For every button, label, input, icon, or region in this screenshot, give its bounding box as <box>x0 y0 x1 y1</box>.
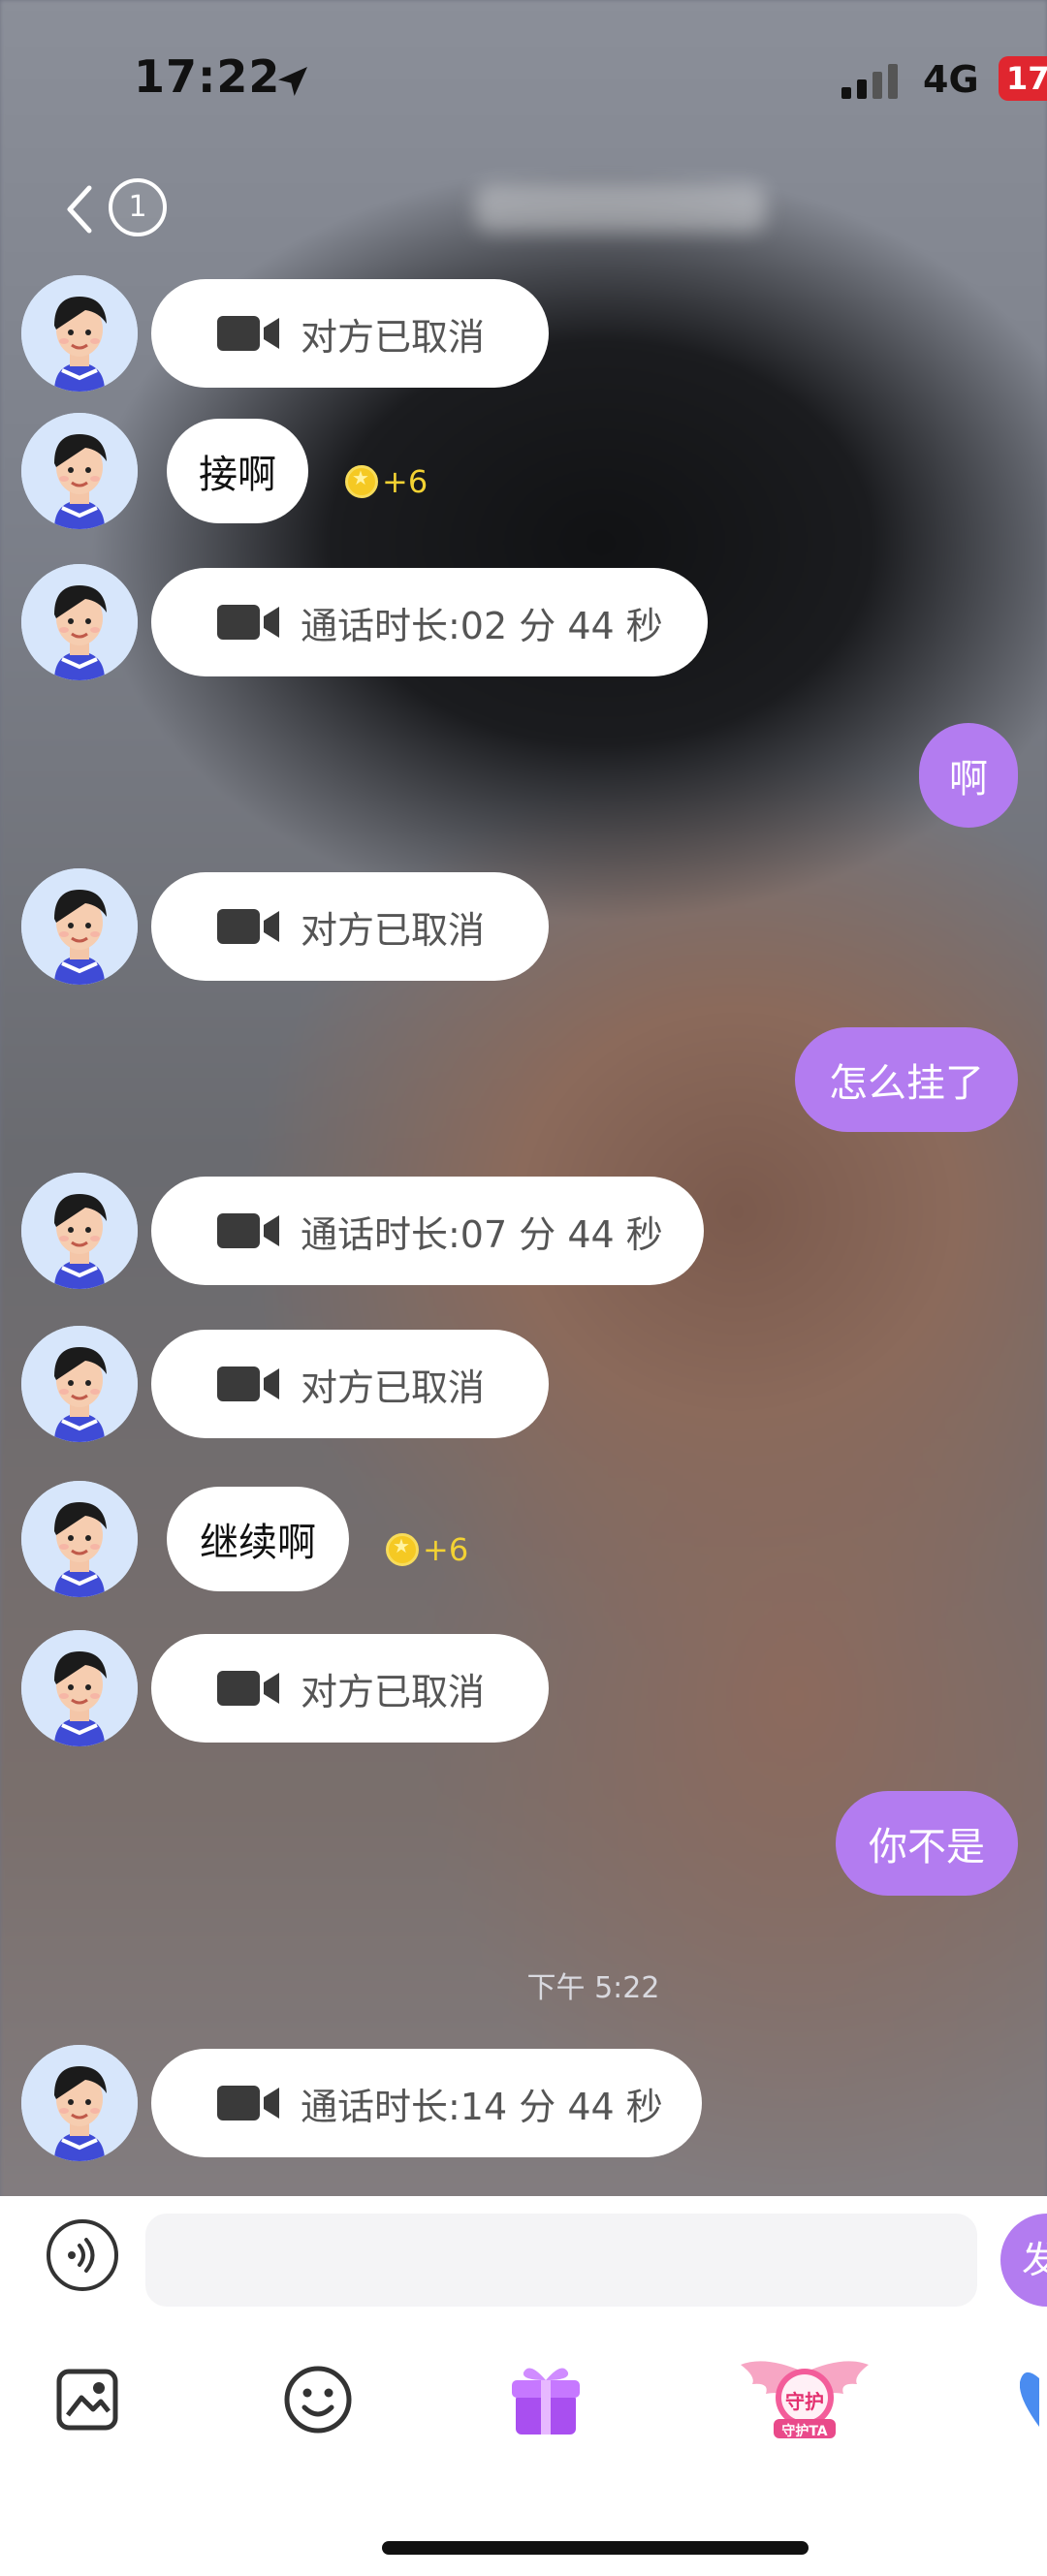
call-record-text: 通话时长:07 分 44 秒 <box>301 1212 663 1256</box>
message-input[interactable] <box>145 2214 977 2307</box>
guard-sub-label: 守护TA <box>781 2424 828 2439</box>
video-camera-icon <box>217 605 279 640</box>
contact-avatar[interactable] <box>21 1326 138 1442</box>
contact-avatar[interactable] <box>21 275 138 392</box>
coin-icon <box>345 465 378 498</box>
status-time: 17:22 <box>134 50 281 103</box>
call-record-bubble[interactable]: 通话时长:14 分 44 秒 <box>151 2049 702 2157</box>
call-record-bubble[interactable]: 对方已取消 <box>151 872 549 981</box>
avatar-face-icon <box>21 1173 138 1289</box>
call-record-bubble[interactable]: 对方已取消 <box>151 279 549 388</box>
avatar-face-icon <box>21 1481 138 1597</box>
contact-avatar[interactable] <box>21 564 138 680</box>
battery-indicator: 17 <box>999 56 1047 101</box>
contact-avatar[interactable] <box>21 1173 138 1289</box>
avatar-face-icon <box>21 2045 138 2161</box>
call-record-text: 通话时长:14 分 44 秒 <box>301 2085 663 2128</box>
location-arrow-icon <box>278 67 307 96</box>
contact-avatar[interactable] <box>21 1481 138 1597</box>
contact-message-bubble[interactable]: 接啊 <box>167 419 308 523</box>
coin-reward: +6 <box>386 1531 468 1568</box>
coin-reward-amount: +6 <box>423 1531 469 1568</box>
network-type: 4G <box>923 58 979 101</box>
chat-background <box>0 0 1047 2576</box>
guard-badge-button[interactable]: 守护 守护TA <box>737 2355 872 2442</box>
video-camera-icon <box>217 909 279 944</box>
contact-avatar[interactable] <box>21 868 138 985</box>
gift-icon[interactable] <box>510 2361 582 2438</box>
call-record-text: 对方已取消 <box>301 315 486 359</box>
call-record-bubble[interactable]: 对方已取消 <box>151 1330 549 1438</box>
voice-wave-icon <box>68 2238 95 2273</box>
emoji-icon[interactable] <box>283 2365 353 2435</box>
video-camera-icon <box>217 1367 279 1401</box>
video-camera-icon <box>217 1671 279 1706</box>
message-timestamp: 下午 5:22 <box>526 1971 660 2005</box>
signal-icon <box>841 60 904 99</box>
avatar-face-icon <box>21 1630 138 1746</box>
video-camera-icon <box>217 1213 279 1248</box>
call-record-bubble[interactable]: 对方已取消 <box>151 1634 549 1743</box>
my-message-bubble[interactable]: 啊 <box>919 723 1018 828</box>
call-record-text: 对方已取消 <box>301 908 486 952</box>
heart-icon[interactable] <box>1020 2369 1047 2436</box>
voice-input-button[interactable] <box>47 2219 118 2291</box>
contact-avatar[interactable] <box>21 413 138 529</box>
contact-name-title-blurred[interactable] <box>475 184 766 233</box>
coin-reward: +6 <box>345 463 428 500</box>
avatar-face-icon <box>21 1326 138 1442</box>
home-indicator <box>382 2541 809 2555</box>
avatar-face-icon <box>21 868 138 985</box>
contact-avatar[interactable] <box>21 2045 138 2161</box>
avatar-face-icon <box>21 275 138 392</box>
call-record-bubble[interactable]: 通话时长:07 分 44 秒 <box>151 1177 704 1285</box>
contact-message-bubble[interactable]: 继续啊 <box>167 1487 349 1591</box>
call-record-text: 对方已取消 <box>301 1366 486 1409</box>
video-camera-icon <box>217 316 279 351</box>
unread-count-badge[interactable]: 1 <box>109 178 167 236</box>
my-message-bubble[interactable]: 怎么挂了 <box>795 1027 1018 1132</box>
back-chevron-icon[interactable] <box>60 180 99 238</box>
call-record-bubble[interactable]: 通话时长:02 分 44 秒 <box>151 568 708 676</box>
coin-icon <box>386 1533 419 1566</box>
guard-label: 守护 <box>785 2390 824 2413</box>
avatar-face-icon <box>21 413 138 529</box>
avatar-face-icon <box>21 564 138 680</box>
call-record-text: 对方已取消 <box>301 1670 486 1713</box>
video-camera-icon <box>217 2086 279 2120</box>
contact-avatar[interactable] <box>21 1630 138 1746</box>
call-record-text: 通话时长:02 分 44 秒 <box>301 604 663 647</box>
coin-reward-amount: +6 <box>382 463 428 500</box>
status-bar: 17:22 4G 17 <box>0 0 1047 145</box>
my-message-bubble[interactable]: 你不是 <box>836 1791 1018 1896</box>
image-icon[interactable] <box>56 2369 118 2431</box>
